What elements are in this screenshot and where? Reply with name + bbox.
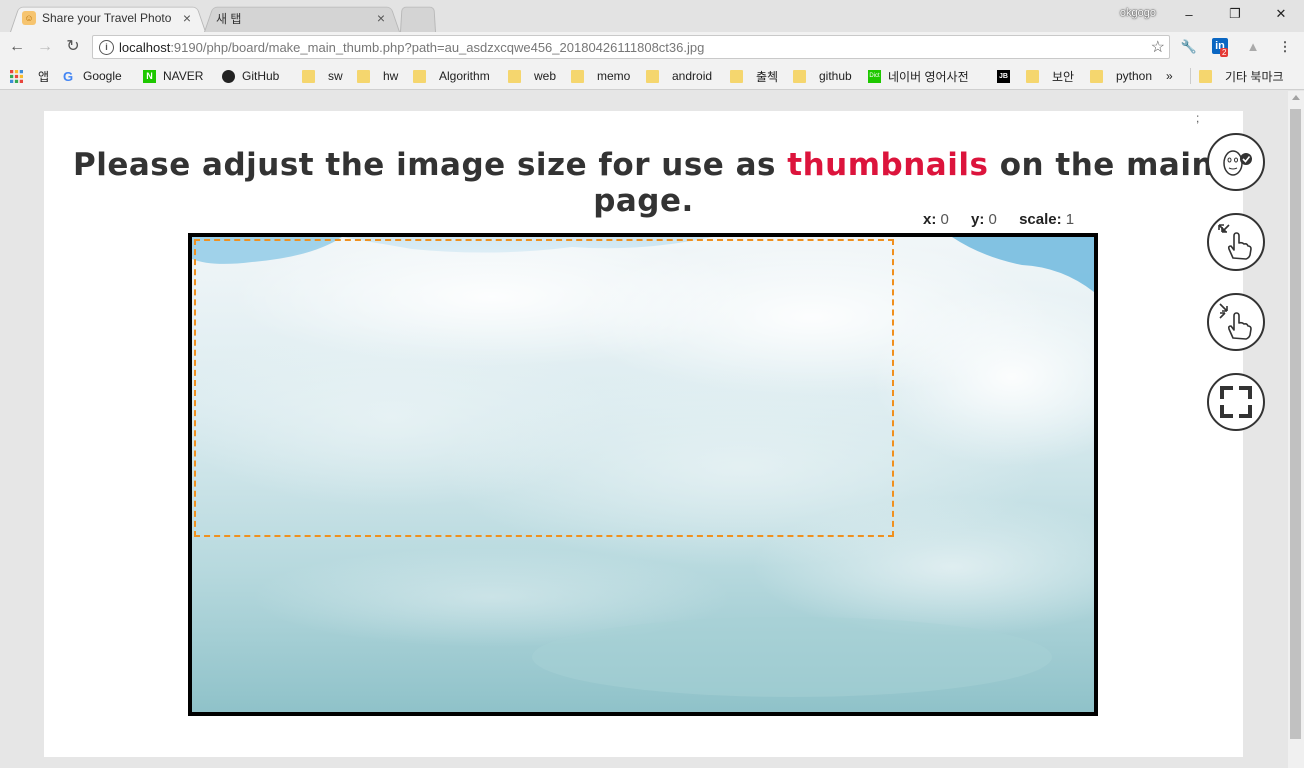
bookmark-star-icon[interactable]: ☆	[1151, 37, 1165, 57]
scale-label: scale:	[1019, 211, 1062, 228]
image-frame[interactable]	[188, 233, 1098, 716]
bookmark-folder-python[interactable]: python	[1090, 67, 1152, 85]
folder-icon	[571, 69, 584, 83]
scale-value: 1	[1065, 211, 1075, 228]
restore-button[interactable]: ❐	[1212, 0, 1258, 28]
zoom-out-button[interactable]	[1207, 293, 1265, 351]
confirm-thumbnail-button[interactable]	[1207, 133, 1265, 191]
folder-icon	[1090, 69, 1103, 83]
confirm-face-icon	[1223, 150, 1252, 176]
crop-coordinates: x: 0 y: 0 scale: 1	[923, 211, 1092, 228]
zoom-in-button[interactable]	[1207, 213, 1265, 271]
fullscreen-icon	[1220, 386, 1252, 418]
bookmark-folder-web[interactable]: web	[508, 67, 556, 85]
back-button[interactable]: ←	[6, 36, 28, 58]
forward-button[interactable]: →	[34, 36, 56, 58]
menu-dots-icon[interactable]: ⋮	[1276, 38, 1294, 56]
close-tab-icon[interactable]: ×	[374, 11, 388, 25]
tab-new-tab[interactable]: 새 탭 ×	[204, 4, 400, 32]
google-icon: G	[63, 68, 74, 84]
y-label: y:	[971, 211, 985, 228]
editor-card: Please adjust the image size for use as …	[44, 111, 1243, 757]
profile-name[interactable]: okgogo	[1120, 7, 1156, 19]
zoom-out-gesture-icon	[1219, 303, 1252, 340]
window-controls: – ❐ ✕	[1166, 0, 1304, 28]
marker-glyph: ;	[1196, 111, 1200, 125]
bookmark-github[interactable]: GitHub	[222, 67, 279, 85]
page-title: Please adjust the image size for use as …	[72, 147, 1215, 219]
folder-icon	[1199, 69, 1212, 83]
jb-icon: JB	[997, 69, 1010, 83]
crop-selection-box[interactable]	[194, 239, 894, 537]
tab-title: 새 탭	[216, 11, 242, 26]
close-window-button[interactable]: ✕	[1258, 0, 1304, 28]
scroll-up-icon[interactable]	[1292, 95, 1300, 100]
bookmark-other-folder[interactable]: 기타 북마크	[1190, 67, 1284, 85]
dict-icon: Dict	[868, 69, 881, 83]
scroll-thumb[interactable]	[1290, 109, 1301, 739]
bookmark-naver-dictionary[interactable]: Dict 네이버 영어사전	[868, 67, 969, 85]
address-bar[interactable]: i localhost:9190/php/board/make_main_thu…	[92, 35, 1170, 59]
bookmarks-overflow-button[interactable]: »	[1166, 67, 1173, 85]
key-extension-icon[interactable]: 🔧	[1180, 38, 1198, 56]
info-icon[interactable]: i	[99, 40, 114, 55]
folder-icon	[793, 69, 806, 83]
bookmark-folder-android[interactable]: android	[646, 67, 712, 85]
bookmark-folder-attendance[interactable]: 출첵	[730, 67, 778, 85]
url-text[interactable]: localhost:9190/php/board/make_main_thumb…	[119, 40, 704, 55]
close-tab-icon[interactable]: ×	[180, 11, 194, 25]
apps-grid-icon	[10, 69, 23, 83]
page-scrollbar[interactable]	[1288, 91, 1304, 768]
folder-icon	[730, 69, 743, 83]
page-viewport: Please adjust the image size for use as …	[0, 91, 1288, 768]
folder-icon	[357, 69, 370, 83]
notification-badge: 2	[1220, 48, 1229, 57]
x-label: x:	[923, 211, 937, 228]
fullscreen-button[interactable]	[1207, 373, 1265, 431]
reload-button[interactable]: ↻	[62, 36, 84, 58]
tab-title: Share your Travel Photo	[42, 11, 172, 25]
bookmark-folder-memo[interactable]: memo	[571, 67, 630, 85]
y-value: 0	[988, 211, 997, 228]
folder-icon	[646, 69, 659, 83]
folder-icon	[508, 69, 521, 83]
bookmark-naver[interactable]: N NAVER	[143, 67, 203, 85]
drive-extension-icon[interactable]: ▲	[1244, 38, 1262, 56]
folder-icon	[413, 69, 426, 83]
zoom-in-gesture-icon	[1218, 224, 1252, 260]
new-tab-button[interactable]	[400, 4, 436, 32]
bookmark-folder-sw[interactable]: sw	[302, 67, 343, 85]
github-icon	[222, 69, 235, 83]
bookmark-jb[interactable]: JB	[997, 67, 1017, 85]
site-favicon-icon: ☺	[22, 11, 36, 25]
folder-icon	[1026, 69, 1039, 83]
minimize-button[interactable]: –	[1166, 0, 1212, 28]
bookmark-folder-github[interactable]: github	[793, 67, 852, 85]
tab-share-travel-photo[interactable]: ☺ Share your Travel Photo ×	[10, 4, 206, 32]
bookmarks-bar: 앱 G Google N NAVER GitHub sw hw Algorith…	[0, 62, 1304, 90]
bookmark-google[interactable]: G Google	[63, 67, 122, 85]
naver-icon: N	[143, 69, 156, 83]
bookmark-folder-algorithm[interactable]: Algorithm	[413, 67, 490, 85]
linkedin-extension-icon[interactable]: in 2	[1212, 38, 1230, 57]
x-value: 0	[940, 211, 949, 228]
folder-icon	[302, 69, 315, 83]
bookmark-folder-hw[interactable]: hw	[357, 67, 398, 85]
browser-toolbar: ← → ↻ i localhost:9190/php/board/make_ma…	[0, 32, 1304, 62]
tab-strip: ☺ Share your Travel Photo × 새 탭 × okgogo…	[0, 0, 1304, 32]
bookmark-apps[interactable]: 앱	[10, 67, 49, 85]
bookmark-folder-security[interactable]: 보안	[1026, 67, 1074, 85]
